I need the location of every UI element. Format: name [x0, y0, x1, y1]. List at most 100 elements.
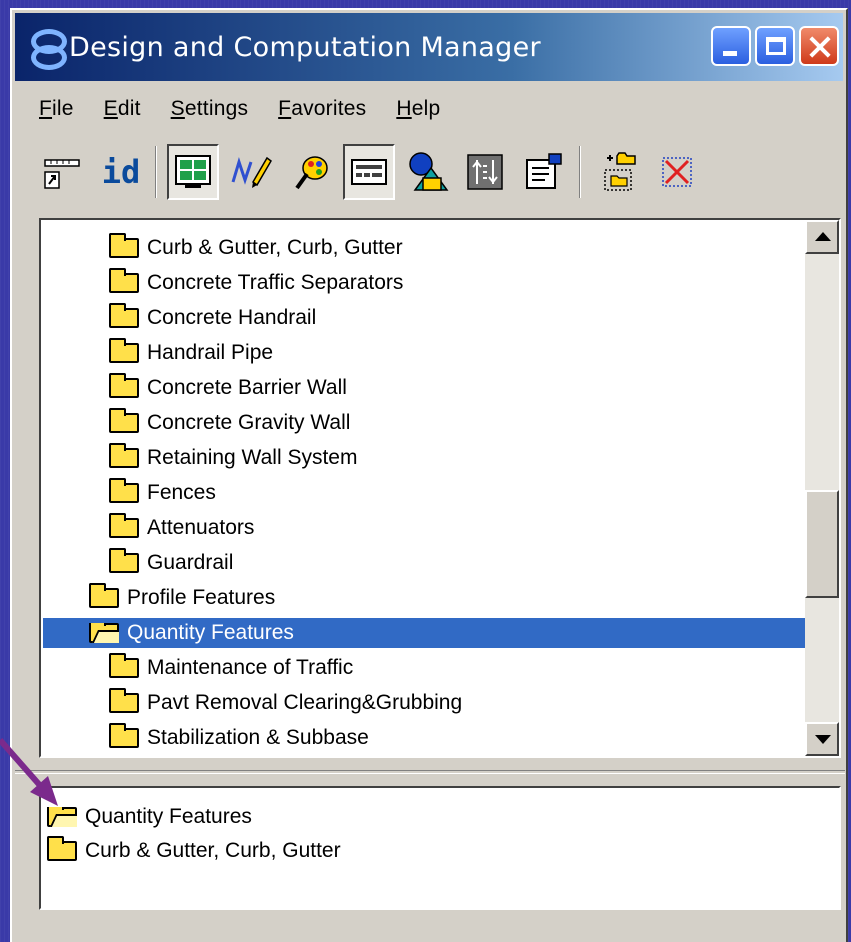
menu-bar: File Edit Settings Favorites Help	[15, 90, 448, 128]
path-item[interactable]: Quantity Features	[47, 802, 252, 832]
folder-icon	[109, 443, 139, 468]
open-folder-icon	[47, 807, 77, 827]
tree-item[interactable]: Fences	[109, 478, 216, 508]
scroll-up-button[interactable]	[805, 220, 839, 254]
pane-splitter[interactable]	[15, 770, 845, 774]
pencil-button[interactable]	[225, 144, 277, 200]
tree-item-label: Profile Features	[127, 586, 276, 609]
folder-icon	[109, 408, 139, 433]
id-icon: id	[101, 153, 141, 191]
tree-item[interactable]: Profile Features	[89, 583, 275, 613]
new-folder-icon	[604, 152, 636, 191]
scroll-down-button[interactable]	[805, 722, 839, 756]
folder-icon	[109, 338, 139, 363]
folder-icon	[109, 303, 139, 328]
folder-icon	[47, 836, 77, 861]
tree-item[interactable]: Curb & Gutter, Curb, Gutter	[109, 233, 403, 263]
tree-item[interactable]: Concrete Handrail	[109, 303, 316, 333]
path-item[interactable]: Curb & Gutter, Curb, Gutter	[47, 836, 341, 866]
path-item-label: Quantity Features	[85, 805, 252, 828]
menu-file[interactable]: File	[39, 97, 82, 121]
tree-item[interactable]: Concrete Traffic Separators	[109, 268, 403, 298]
folder-icon	[109, 548, 139, 573]
palette-button[interactable]	[285, 144, 337, 200]
delete-icon	[662, 157, 692, 187]
selection-path-panel: Quantity Features Curb & Gutter, Curb, G…	[39, 786, 841, 910]
id-button[interactable]: id	[95, 144, 147, 200]
folder-icon	[89, 583, 119, 608]
folder-icon	[109, 513, 139, 538]
window-controls	[711, 26, 839, 66]
menu-favorites[interactable]: Favorites	[270, 97, 374, 121]
tree-item[interactable]: Attenuators	[109, 513, 254, 543]
path-item-label: Curb & Gutter, Curb, Gutter	[85, 839, 341, 862]
tree-item-label: Fences	[147, 481, 216, 504]
properties-icon	[526, 153, 562, 189]
tree-item-label: Concrete Traffic Separators	[147, 271, 404, 294]
window-title: Design and Computation Manager	[69, 31, 541, 63]
open-folder-icon	[89, 623, 119, 643]
menu-help[interactable]: Help	[388, 97, 448, 121]
tree-item-label: Concrete Gravity Wall	[147, 411, 351, 434]
shapes-button[interactable]	[401, 144, 453, 200]
feature-tree[interactable]: Curb & Gutter, Curb, Gutter Concrete Tra…	[39, 218, 841, 758]
tree-item[interactable]: Concrete Barrier Wall	[109, 373, 347, 403]
toolbar: id	[15, 136, 835, 204]
tree-item-label: Quantity Features	[127, 621, 294, 644]
pattern-button[interactable]	[459, 144, 511, 200]
tree-item[interactable]: Guardrail	[109, 548, 233, 578]
folder-icon	[109, 268, 139, 293]
maximize-button[interactable]	[755, 26, 795, 66]
delete-button[interactable]	[651, 144, 703, 200]
dcm-window: Design and Computation Manager File Edit…	[10, 8, 848, 942]
tree-item[interactable]: Concrete Gravity Wall	[109, 408, 350, 438]
toolbar-separator	[155, 146, 157, 198]
tree-list: Curb & Gutter, Curb, Gutter Concrete Tra…	[41, 220, 805, 756]
folder-icon	[109, 373, 139, 398]
arrow-down-icon	[815, 735, 831, 744]
minimize-icon	[723, 51, 737, 56]
tree-item[interactable]: Maintenance of Traffic	[109, 653, 353, 683]
keypad-icon	[351, 159, 387, 185]
pattern-icon	[467, 154, 503, 190]
display-icon	[175, 155, 211, 188]
folder-icon	[109, 233, 139, 258]
tree-item[interactable]: Pavt Removal Clearing&Grubbing	[109, 688, 462, 718]
toolbar-separator	[579, 146, 581, 198]
tree-item-label: Pavt Removal Clearing&Grubbing	[147, 691, 463, 714]
arrow-up-icon	[815, 232, 831, 241]
properties-button[interactable]	[517, 144, 569, 200]
minimize-button[interactable]	[711, 26, 751, 66]
new-folder-button[interactable]	[593, 144, 645, 200]
folder-icon	[109, 723, 139, 748]
folder-icon	[109, 478, 139, 503]
folder-icon	[109, 653, 139, 678]
ruler-link-button[interactable]	[37, 144, 89, 200]
app-logo-icon	[29, 29, 67, 70]
shapes-icon	[409, 152, 449, 191]
tree-item-label: Attenuators	[147, 516, 255, 539]
keypad-button[interactable]	[343, 144, 395, 200]
menu-settings[interactable]: Settings	[163, 97, 257, 121]
tree-item-label: Guardrail	[147, 551, 234, 574]
tree-item[interactable]: Handrail Pipe	[109, 338, 273, 368]
vertical-scrollbar[interactable]	[805, 220, 839, 756]
ruler-link-icon	[44, 159, 80, 189]
menu-edit[interactable]: Edit	[96, 97, 149, 121]
folder-icon	[109, 688, 139, 713]
maximize-icon	[766, 37, 786, 55]
tree-item-label: Retaining Wall System	[147, 446, 358, 469]
title-bar[interactable]: Design and Computation Manager	[15, 13, 843, 81]
tree-item-label: Maintenance of Traffic	[147, 656, 354, 679]
palette-icon	[295, 156, 328, 190]
tree-item-label: Curb & Gutter, Curb, Gutter	[147, 236, 403, 259]
tree-item-selected[interactable]: Quantity Features	[43, 618, 805, 648]
tree-item-label: Concrete Handrail	[147, 306, 317, 329]
tree-item[interactable]: Stabilization & Subbase	[109, 723, 369, 753]
display-button[interactable]	[167, 144, 219, 200]
tree-item-label: Handrail Pipe	[147, 341, 274, 364]
tree-item[interactable]: Retaining Wall System	[109, 443, 357, 473]
close-button[interactable]	[799, 26, 839, 66]
pencil-icon	[231, 156, 272, 188]
scroll-thumb[interactable]	[805, 490, 839, 598]
